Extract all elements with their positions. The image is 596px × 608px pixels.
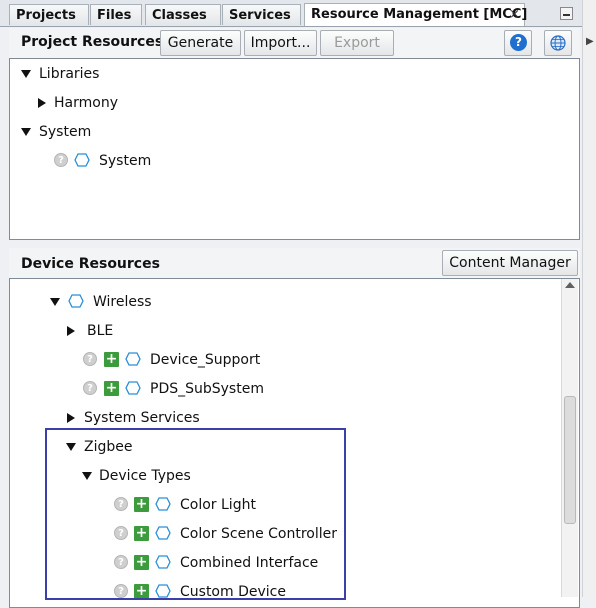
tree-node-label: BLE	[87, 323, 114, 339]
unknown-status-icon: ?	[114, 526, 128, 540]
tree-node-system[interactable]: System	[10, 121, 570, 143]
tree-node-label: Libraries	[39, 66, 100, 82]
panel-title: Device Resources	[21, 256, 160, 272]
add-component-icon[interactable]: +	[134, 497, 149, 512]
content-manager-button[interactable]: Content Manager	[442, 250, 578, 276]
expand-arrow-icon[interactable]	[50, 298, 60, 306]
expand-arrow-icon[interactable]	[82, 472, 92, 480]
tree-node-harmony[interactable]: Harmony	[10, 92, 570, 114]
tab-bar: Projects Files Classes Services Resource…	[0, 0, 596, 27]
tree-node-label: Wireless	[93, 294, 152, 310]
project-resources-header: Project Resources Generate Import... Exp…	[9, 28, 580, 58]
component-hex-icon	[125, 381, 141, 395]
unknown-status-icon: ?	[83, 381, 97, 395]
scroll-up-icon[interactable]	[565, 282, 575, 288]
import-button[interactable]: Import...	[244, 30, 317, 56]
tab-label: Files	[97, 8, 132, 23]
globe-button[interactable]	[544, 30, 572, 56]
help-button[interactable]: ?	[504, 30, 532, 56]
tree-node-wireless[interactable]: Wireless	[10, 291, 560, 313]
minimize-button[interactable]	[560, 7, 573, 20]
tab-label: Resource Management [MCC]	[311, 7, 528, 22]
tree-node-label: Device_Support	[150, 352, 261, 368]
collapse-arrow-icon[interactable]	[67, 413, 75, 423]
component-hex-icon	[155, 555, 171, 569]
close-icon[interactable]: ×	[509, 4, 520, 26]
tree-node-pds-subsystem[interactable]: ? + PDS_SubSystem	[10, 378, 560, 400]
device-resources-header: Device Resources Content Manager	[9, 248, 580, 278]
tab-projects[interactable]: Projects	[9, 4, 89, 25]
tab-label: Services	[229, 8, 291, 23]
help-icon: ?	[510, 34, 527, 51]
tree-node-label: Custom Device	[180, 584, 286, 600]
tree-node-label: System	[39, 124, 92, 140]
tab-services[interactable]: Services	[222, 4, 301, 25]
tree-node-combined-interface[interactable]: ? + Combined Interface	[10, 552, 560, 574]
chevron-right-icon[interactable]: ▶	[586, 36, 594, 47]
device-resources-tree[interactable]: Wireless BLE ? + Device_Support ? + PDS_…	[9, 278, 580, 608]
unknown-status-icon: ?	[114, 555, 128, 569]
unknown-status-icon: ?	[114, 584, 128, 598]
tab-resource-management[interactable]: Resource Management [MCC] ×	[304, 3, 528, 26]
add-component-icon[interactable]: +	[104, 352, 119, 367]
tab-files[interactable]: Files	[90, 4, 142, 25]
tree-node-label: Zigbee	[84, 439, 133, 455]
add-component-icon[interactable]: +	[134, 555, 149, 570]
tree-node-label: System Services	[84, 410, 200, 426]
expand-arrow-icon[interactable]	[21, 128, 31, 136]
vertical-scrollbar[interactable]	[561, 279, 578, 597]
collapse-arrow-icon[interactable]	[67, 326, 75, 336]
unknown-status-icon: ?	[54, 153, 68, 167]
tab-classes[interactable]: Classes	[145, 4, 221, 25]
add-component-icon[interactable]: +	[134, 526, 149, 541]
tree-node-label: Harmony	[54, 95, 118, 111]
component-hex-icon	[74, 153, 90, 167]
tree-node-custom-device[interactable]: ? + Custom Device	[10, 581, 560, 603]
tree-node-zigbee[interactable]: Zigbee	[10, 436, 560, 458]
collapse-arrow-icon[interactable]	[38, 98, 46, 108]
generate-button[interactable]: Generate	[160, 30, 241, 56]
tree-node-label: Color Light	[180, 497, 256, 513]
project-resources-tree[interactable]: Libraries Harmony System ? System	[9, 58, 580, 240]
tree-node-color-scene-controller[interactable]: ? + Color Scene Controller	[10, 523, 560, 545]
component-hex-icon	[155, 497, 171, 511]
tree-node-ble[interactable]: BLE	[10, 320, 560, 342]
unknown-status-icon: ?	[114, 497, 128, 511]
component-hex-icon	[125, 352, 141, 366]
add-component-icon[interactable]: +	[104, 381, 119, 396]
globe-icon	[550, 35, 566, 51]
tab-label: Classes	[152, 8, 207, 23]
tree-node-device-types[interactable]: Device Types	[10, 465, 560, 487]
tree-node-label: Color Scene Controller	[180, 526, 338, 542]
tab-label: Projects	[16, 8, 76, 23]
component-hex-icon	[155, 526, 171, 540]
tree-node-libraries[interactable]: Libraries	[10, 63, 570, 85]
scrollbar-thumb[interactable]	[564, 396, 576, 524]
expand-arrow-icon[interactable]	[21, 70, 31, 78]
tree-node-label: Combined Interface	[180, 555, 319, 571]
component-hex-icon	[155, 584, 171, 598]
export-button[interactable]: Export	[320, 30, 394, 56]
tree-node-color-light[interactable]: ? + Color Light	[10, 494, 560, 516]
right-edge-strip: ▶	[582, 0, 596, 597]
category-hex-icon	[68, 294, 84, 308]
panel-title: Project Resources	[21, 34, 164, 50]
tree-node-device-support[interactable]: ? + Device_Support	[10, 349, 560, 371]
tree-node-system-services[interactable]: System Services	[10, 407, 560, 429]
tree-node-label: Device Types	[99, 468, 191, 484]
tree-node-label: System	[99, 153, 152, 169]
unknown-status-icon: ?	[83, 352, 97, 366]
tree-node-label: PDS_SubSystem	[150, 381, 264, 397]
expand-arrow-icon[interactable]	[66, 443, 76, 451]
tree-node-system-component[interactable]: ? System	[10, 150, 570, 172]
